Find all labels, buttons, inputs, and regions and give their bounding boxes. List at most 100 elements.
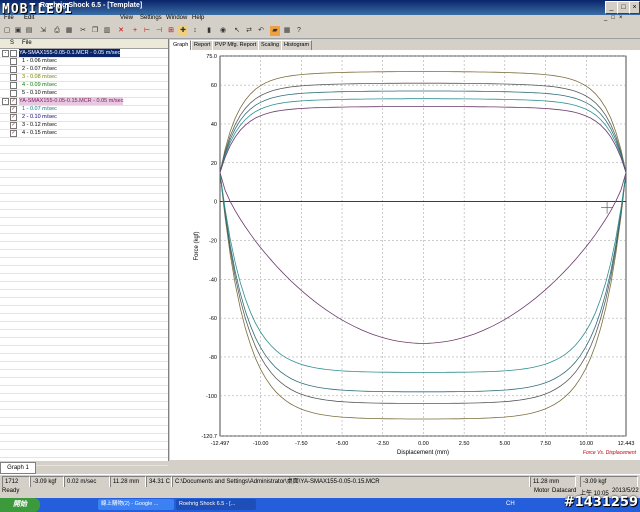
x-tick-label: -5.00 — [336, 441, 349, 447]
pan-icon[interactable]: ⇄ — [244, 26, 254, 36]
x-tick-label: 7.50 — [540, 441, 551, 447]
menu-view[interactable]: View — [120, 15, 133, 21]
y-tick-label: -60 — [209, 316, 217, 322]
graph-area[interactable]: -10.00 -7.50 -5.00 -2.50 0.00 2.50 5.00 7.50 10.… — [170, 50, 640, 460]
column-s[interactable]: S — [10, 40, 14, 46]
new-icon[interactable]: ▢ — [2, 26, 12, 36]
y-tick-label: 0 — [214, 200, 217, 206]
paste-icon[interactable]: ▥ — [102, 26, 112, 36]
tree-row-label: 2 - 0.07 m/sec — [22, 66, 57, 72]
taskbar: 開始 線上購物(2) - Google ... Roehrig Shock 6.… — [0, 498, 640, 512]
print-icon[interactable]: ⎙ — [52, 26, 62, 36]
tree-row-label: 3 - 0.12 m/sec — [22, 122, 57, 128]
status-bar: 1712 -3.09 kgf 0.02 m/sec 11.28 mm 34.31… — [0, 474, 640, 488]
y-axis-label: Force (kgf) — [194, 231, 200, 260]
row-checkbox[interactable]: ✓ — [10, 114, 17, 121]
zoom-icon[interactable]: ⊞ — [166, 26, 176, 36]
tree-row-label: 4 - 0.09 m/sec — [22, 82, 57, 88]
chart-icon[interactable]: ▮ — [204, 26, 214, 36]
tree-row-label: 3 - 0.08 m/sec — [22, 74, 57, 80]
row-checkbox[interactable] — [10, 58, 17, 65]
tree-row-label: 2 - 0.10 m/sec — [22, 114, 57, 120]
row-checkbox[interactable]: ✓ — [10, 122, 17, 129]
tab-graph[interactable]: Graph — [170, 40, 192, 50]
close-button[interactable]: × — [629, 1, 640, 14]
y-tick-label: -40 — [209, 277, 217, 283]
copy-icon[interactable]: ❐ — [90, 26, 100, 36]
cursor-cross-icon[interactable]: + — [130, 26, 140, 36]
tab-pvp-mfg-report[interactable]: PVP Mfg. Report — [212, 40, 260, 50]
file-tree-panel: S File - YA-SMAX155-0.05-0.1.MCR - 0.05 m… — [0, 39, 169, 466]
y-tick-label: -120.7 — [201, 434, 217, 440]
y-tick-label: -100 — [206, 394, 217, 400]
ready-text: Ready — [2, 488, 20, 494]
plot-frame — [219, 55, 627, 437]
tray-language[interactable]: CH — [506, 501, 515, 507]
tab-histogram[interactable]: Histogram — [281, 40, 313, 50]
scale-icon[interactable]: ↕ — [190, 26, 200, 36]
ready-bar: Ready Motor Datacard 上午 10:05 2013/5/22 — [0, 487, 640, 498]
cut-icon[interactable]: ✂ — [78, 26, 88, 36]
expand-toggle-icon[interactable]: - — [2, 50, 9, 57]
corner-note: Force Vs. Displacement — [583, 450, 637, 456]
tree-row-label: 5 - 0.10 m/sec — [22, 90, 57, 96]
mdi-window-buttons[interactable]: _□× — [604, 15, 640, 25]
tree-row-label: YA-SMAX155-0.05-0.1.MCR - 0.05 m/sec — [19, 49, 121, 57]
x-tick-label: -2.50 — [376, 441, 389, 447]
tree-row-label: 4 - 0.15 m/sec — [22, 130, 57, 136]
menu-settings[interactable]: Settings — [140, 15, 162, 21]
window-title: Roehrig Shock 6.5 - [Template] — [40, 2, 143, 9]
toolbar: ▢ ▣ ▤ ⇲ ⎙ ▦ ✂ ❐ ▥ ✕ + ⊢ ⊣ ⊞ ✚ ↕ ▮ ◉ ↖ ⇄ … — [0, 25, 640, 39]
grid-icon[interactable]: ▦ — [282, 26, 292, 36]
menu-window[interactable]: Window — [166, 15, 187, 21]
tree-row-label: 1 - 0.06 m/sec — [22, 58, 57, 64]
motor-indicator: Motor — [534, 488, 550, 494]
preview-icon[interactable]: ▦ — [64, 26, 74, 36]
menu-edit[interactable]: Edit — [24, 15, 34, 21]
tab-graph-1[interactable]: Graph 1 — [0, 462, 36, 474]
row-checkbox[interactable] — [10, 50, 17, 57]
row-checkbox[interactable] — [10, 90, 17, 97]
expand-toggle-icon[interactable]: - — [2, 98, 9, 105]
x-edge-label: -12.497 — [211, 441, 230, 447]
overlay-icon[interactable]: ▰ — [270, 26, 280, 36]
taskbar-item-roehrig[interactable]: Roehrig Shock 6.5 - [... — [176, 499, 256, 510]
x-tick-label: 0.00 — [418, 441, 429, 447]
delete-icon[interactable]: ✕ — [116, 26, 126, 36]
marker-right-icon[interactable]: ⊣ — [154, 26, 164, 36]
x-axis-label: Displacement (mm) — [397, 450, 449, 456]
row-checkbox[interactable] — [10, 82, 17, 89]
pointer-icon[interactable]: ↖ — [232, 26, 242, 36]
marker-icon[interactable]: ⊢ — [142, 26, 152, 36]
graph-mode-icon[interactable]: ✚ — [178, 26, 188, 36]
undo-zoom-icon[interactable]: ↶ — [256, 26, 266, 36]
info-icon[interactable]: ? — [294, 26, 304, 36]
x-tick-label: 10.00 — [579, 441, 593, 447]
x-tick-label: 5.00 — [499, 441, 510, 447]
y-tick-label: 60 — [211, 83, 217, 89]
row-checkbox[interactable] — [10, 74, 17, 81]
import-icon[interactable]: ⇲ — [38, 26, 48, 36]
menu-bar: File Edit View Settings Window Help _□× — [0, 15, 640, 25]
tab-report[interactable]: Report — [191, 40, 214, 50]
row-checkbox[interactable]: ✓ — [10, 98, 17, 105]
tab-scaling[interactable]: Scaling — [258, 40, 283, 50]
start-button[interactable]: 開始 — [0, 498, 40, 512]
force-displacement-chart[interactable]: -10.00 -7.50 -5.00 -2.50 0.00 2.50 5.00 7.50 10.… — [170, 50, 640, 460]
row-checkbox[interactable]: ✓ — [10, 130, 17, 137]
column-file[interactable]: File — [22, 40, 32, 46]
title-bar: MOBILE01 Roehrig Shock 6.5 - [Template] … — [0, 0, 640, 17]
x-edge-label: 12.443 — [618, 441, 635, 447]
menu-help[interactable]: Help — [192, 15, 204, 21]
file-tree-header: S File — [0, 39, 168, 49]
y-tick-label: -80 — [209, 355, 217, 361]
camera-icon[interactable]: ◉ — [218, 26, 228, 36]
row-checkbox[interactable]: ✓ — [10, 106, 17, 113]
taskbar-item-browser[interactable]: 線上購物(2) - Google ... — [98, 499, 174, 510]
tree-row-label: YA-SMAX155-0.05-0.15.MCR - 0.05 m/sec — [19, 97, 124, 105]
row-checkbox[interactable] — [10, 66, 17, 73]
open-icon[interactable]: ▤ — [24, 26, 34, 36]
menu-file[interactable]: File — [4, 15, 14, 21]
save-icon[interactable]: ▣ — [13, 26, 23, 36]
tree-row-label: 1 - 0.07 m/sec — [22, 106, 57, 112]
